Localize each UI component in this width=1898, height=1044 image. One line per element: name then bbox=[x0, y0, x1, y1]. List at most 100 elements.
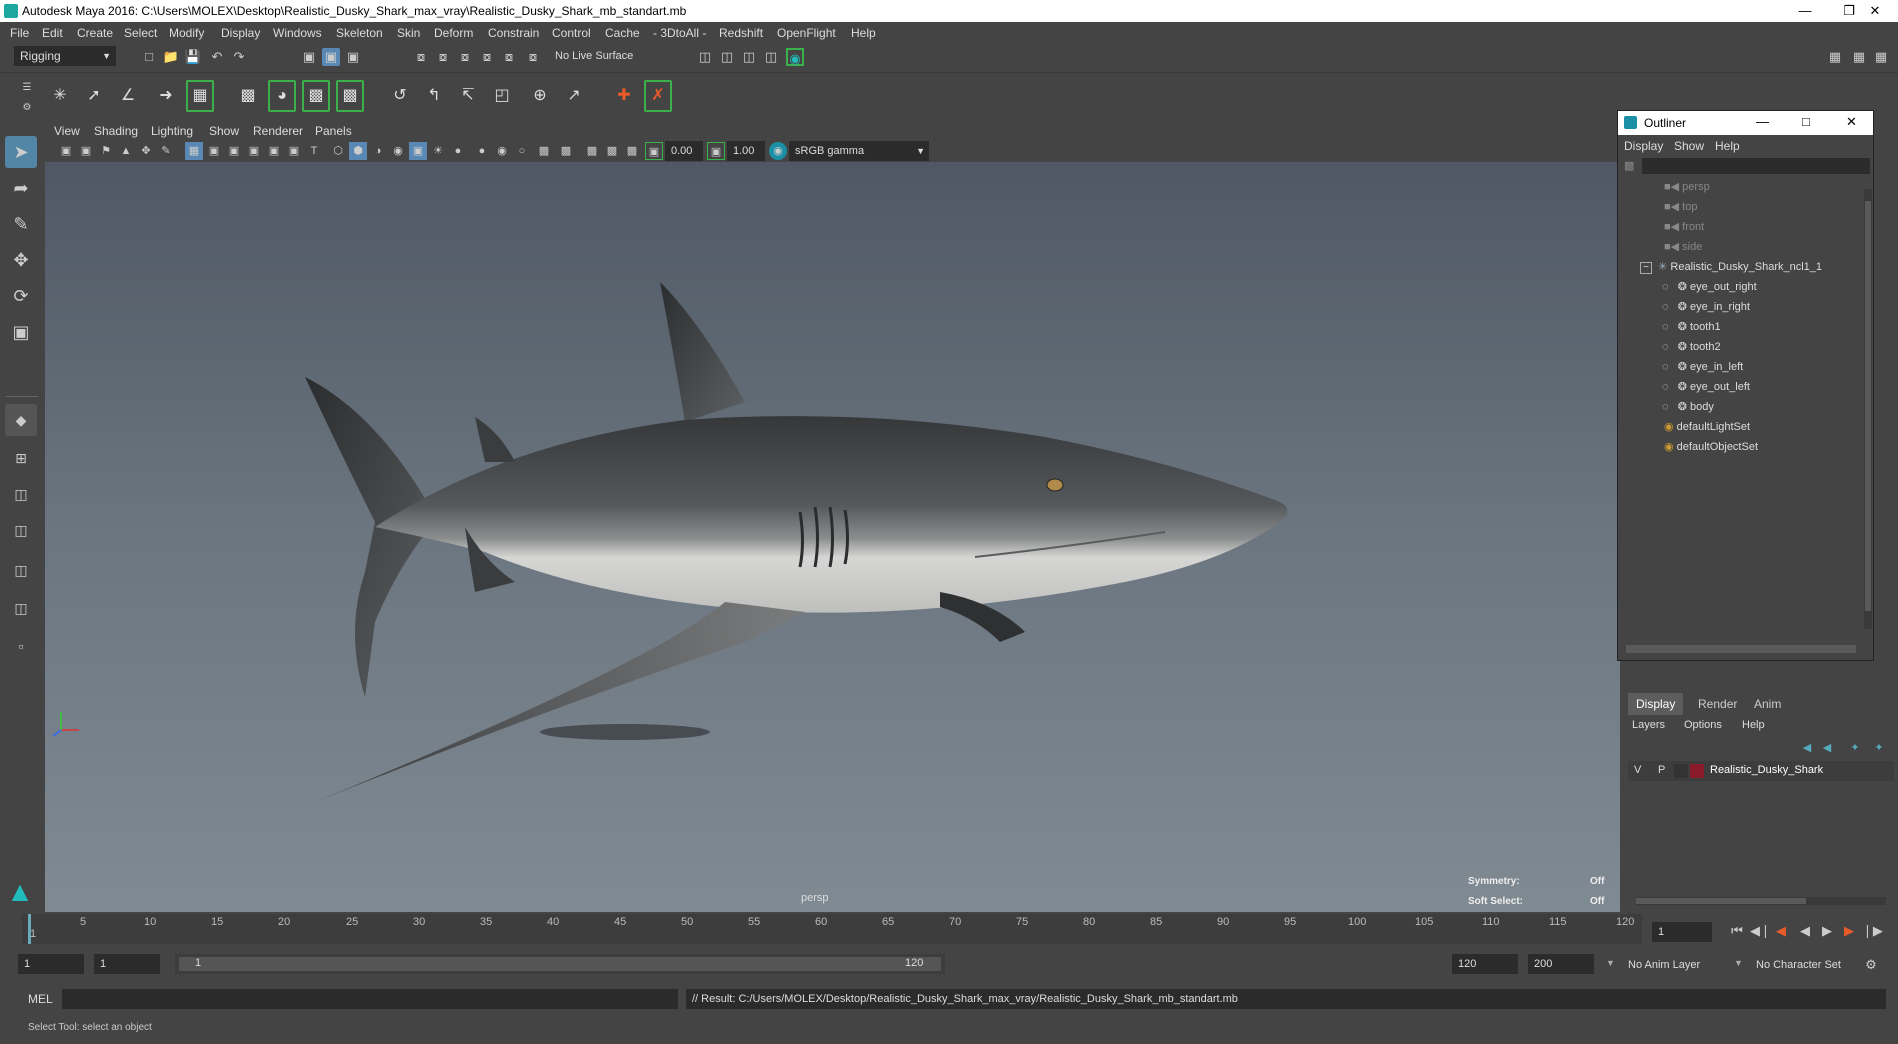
play-backward-icon[interactable]: ◀ bbox=[1796, 922, 1814, 940]
grid-icon[interactable]: ▦ bbox=[185, 142, 203, 160]
layer-type-toggle[interactable] bbox=[1674, 764, 1688, 778]
snap-surface-icon[interactable]: ⧇ bbox=[500, 48, 518, 66]
exposure-icon[interactable]: ▣ bbox=[645, 142, 663, 160]
snap-view-icon[interactable]: ⧇ bbox=[478, 48, 496, 66]
outliner-item-eye-out-left[interactable]: ◌ ❂ eye_out_left bbox=[1662, 377, 1750, 397]
move-layer-up-icon[interactable]: ◀ bbox=[1798, 739, 1816, 757]
bookmark-icon[interactable]: ⚑ bbox=[97, 142, 115, 160]
menu-redshift[interactable]: Redshift bbox=[719, 26, 763, 40]
outliner-search-input[interactable] bbox=[1642, 158, 1870, 174]
step-back-frame-icon[interactable]: ◀❘ bbox=[1750, 922, 1771, 940]
snap-curve-icon[interactable]: ⧇ bbox=[434, 48, 452, 66]
menu-3dtoall[interactable]: - 3DtoAll - bbox=[653, 26, 706, 40]
character-set-dropdown[interactable]: No Character Set bbox=[1748, 956, 1868, 974]
insert-joint-icon[interactable]: ➜ bbox=[152, 80, 180, 112]
image-plane-icon[interactable]: ▲ bbox=[117, 142, 135, 160]
wrap-icon[interactable]: ▩ bbox=[302, 80, 330, 112]
outliner-item-tooth1[interactable]: ◌ ❂ tooth1 bbox=[1662, 317, 1721, 337]
layer-playback-toggle[interactable]: P bbox=[1658, 764, 1665, 776]
new-scene-icon[interactable]: □ bbox=[140, 48, 158, 66]
character-set-icon[interactable]: ✗ bbox=[644, 80, 672, 112]
animation-start-field[interactable]: 1 bbox=[18, 954, 84, 974]
menu-cache[interactable]: Cache bbox=[605, 26, 640, 40]
outliner-item-persp[interactable]: ■◀ persp bbox=[1664, 177, 1710, 197]
move-tool-icon[interactable]: ✥ bbox=[5, 244, 37, 276]
range-slider-handle[interactable] bbox=[179, 957, 941, 971]
safe-title-icon[interactable]: T bbox=[305, 142, 323, 160]
collapse-icon[interactable]: − bbox=[1640, 262, 1652, 274]
menu-help[interactable]: Help bbox=[851, 26, 876, 40]
layer-hscrollbar[interactable] bbox=[1636, 897, 1886, 905]
joint-tool-icon[interactable]: ✳ bbox=[46, 80, 74, 112]
snap-point-icon[interactable]: ⧇ bbox=[456, 48, 474, 66]
resolution-gate-icon[interactable]: ▣ bbox=[225, 142, 243, 160]
workspace-icon[interactable]: ▦ bbox=[1826, 48, 1844, 66]
menu-edit[interactable]: Edit bbox=[42, 26, 63, 40]
close-icon[interactable]: ✕ bbox=[1846, 114, 1857, 130]
layer-menu-layers[interactable]: Layers bbox=[1632, 719, 1665, 731]
anim-layer-dropdown[interactable]: No Anim Layer bbox=[1620, 956, 1740, 974]
vp-menu-renderer[interactable]: Renderer bbox=[253, 124, 303, 138]
shelf-menu-icon[interactable]: ☰ bbox=[18, 79, 36, 97]
menu-set-dropdown[interactable]: Rigging ▼ bbox=[14, 46, 116, 66]
single-pane-icon[interactable]: ◆ bbox=[5, 404, 37, 436]
graph-pane-icon[interactable]: ◫ bbox=[5, 554, 37, 586]
gamma-icon[interactable]: ▣ bbox=[707, 142, 725, 160]
scale-tool-icon[interactable]: ▣ bbox=[5, 316, 37, 348]
ipr-render-icon[interactable]: ◫ bbox=[740, 48, 758, 66]
lasso-tool-icon[interactable]: ➦ bbox=[5, 172, 37, 204]
outliner-item-tooth2[interactable]: ◌ ❂ tooth2 bbox=[1662, 337, 1721, 357]
anti-alias-icon[interactable]: ◉ bbox=[493, 142, 511, 160]
wireframe-on-shaded-icon[interactable]: ◑ bbox=[369, 142, 387, 160]
select-hierarchy-icon[interactable]: ▣ bbox=[300, 48, 318, 66]
point-constraint-icon[interactable]: ↺ bbox=[386, 80, 414, 112]
parent-constraint-icon[interactable]: ⊕ bbox=[526, 80, 554, 112]
outliner-menu-display[interactable]: Display bbox=[1624, 139, 1663, 153]
script-lang-label[interactable]: MEL bbox=[28, 992, 53, 1006]
vp-menu-shading[interactable]: Shading bbox=[94, 124, 138, 138]
new-layer-icon[interactable]: ✦ bbox=[1846, 739, 1864, 757]
outliner-vscrollbar[interactable] bbox=[1864, 189, 1872, 629]
shadows-icon[interactable]: ☀ bbox=[429, 142, 447, 160]
backface-icon[interactable]: ▩ bbox=[623, 142, 641, 160]
outliner-item-group[interactable]: − ✳ Realistic_Dusky_Shark_ncl1_1 bbox=[1640, 257, 1822, 277]
color-management-icon[interactable]: ◉ bbox=[769, 142, 787, 160]
undo-icon[interactable]: ↶ bbox=[208, 48, 226, 66]
scroll-thumb[interactable] bbox=[1636, 898, 1806, 904]
vp-menu-lighting[interactable]: Lighting bbox=[151, 124, 193, 138]
motion-blur-icon[interactable]: ● bbox=[473, 142, 491, 160]
outliner-item-eye-in-left[interactable]: ◌ ❂ eye_in_left bbox=[1662, 357, 1743, 377]
safe-action-icon[interactable]: ▣ bbox=[285, 142, 303, 160]
custom-pane-icon[interactable]: ▫ bbox=[5, 630, 37, 662]
step-forward-frame-icon[interactable]: ❘▶ bbox=[1862, 922, 1883, 940]
smooth-shade-icon[interactable]: ⬢ bbox=[349, 142, 367, 160]
gamma-field[interactable]: 1.00 bbox=[727, 141, 765, 161]
save-scene-icon[interactable]: 💾 bbox=[184, 48, 202, 66]
layer-name[interactable]: Realistic_Dusky_Shark bbox=[1710, 764, 1823, 776]
aim-constraint-icon[interactable]: ↰ bbox=[420, 80, 448, 112]
live-surface-label[interactable]: No Live Surface bbox=[555, 50, 633, 62]
close-button[interactable]: ✕ bbox=[1852, 0, 1898, 22]
channel-box-icon[interactable]: ▦ bbox=[1872, 48, 1890, 66]
camera-icon[interactable]: ▣ bbox=[57, 142, 75, 160]
select-component-icon[interactable]: ▣ bbox=[344, 48, 362, 66]
color-space-dropdown[interactable]: sRGB gamma ▼ bbox=[789, 141, 929, 161]
menu-select[interactable]: Select bbox=[124, 26, 157, 40]
menu-constrain[interactable]: Constrain bbox=[488, 26, 539, 40]
xray-components-icon[interactable]: ▩ bbox=[603, 142, 621, 160]
snap-grid-icon[interactable]: ⧇ bbox=[412, 48, 430, 66]
use-all-lights-icon[interactable]: ▣ bbox=[409, 142, 427, 160]
move-layer-down-icon[interactable]: ◀ bbox=[1818, 739, 1836, 757]
camera-attr-icon[interactable]: ▣ bbox=[77, 142, 95, 160]
time-ruler[interactable]: 1 5 10 15 20 25 30 35 40 45 50 55 60 65 … bbox=[22, 914, 1642, 944]
xray-icon[interactable]: ▩ bbox=[557, 142, 575, 160]
layer-row[interactable]: V P Realistic_Dusky_Shark bbox=[1628, 761, 1894, 781]
step-back-key-icon[interactable]: ◀ bbox=[1772, 922, 1790, 940]
menu-skin[interactable]: Skin bbox=[397, 26, 420, 40]
vp-menu-view[interactable]: View bbox=[54, 124, 80, 138]
render-frame-icon[interactable]: ◫ bbox=[696, 48, 714, 66]
tab-render[interactable]: Render bbox=[1690, 693, 1745, 715]
menu-deform[interactable]: Deform bbox=[434, 26, 473, 40]
outliner-menu-help[interactable]: Help bbox=[1715, 139, 1740, 153]
lattice-icon[interactable]: ◕ bbox=[268, 80, 296, 112]
